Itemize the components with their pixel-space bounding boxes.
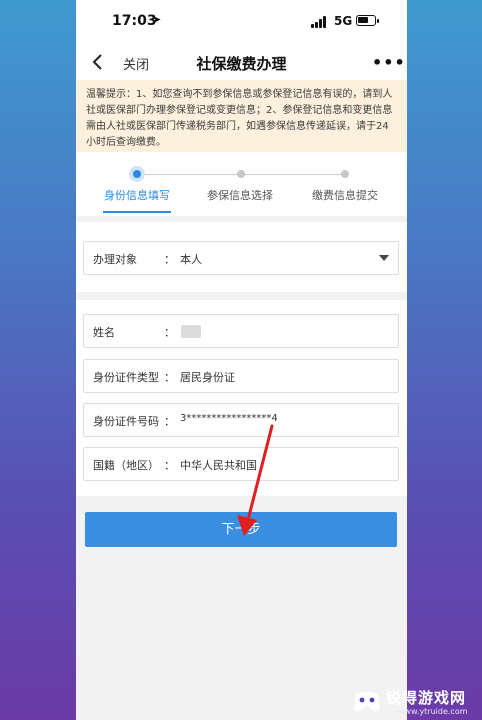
field-label: 身份证件类型 xyxy=(93,371,159,384)
phone-screen: 17:03 ➤ 5G 关闭 社保缴费办理 ••• 温馨提示：1、如您查询不到参保… xyxy=(76,0,407,720)
step-dot-2 xyxy=(237,170,245,178)
nav-bar: 关闭 社保缴费办理 ••• xyxy=(76,44,407,80)
field-label: 办理对象 xyxy=(93,253,137,266)
signal-icon xyxy=(311,16,327,28)
watermark-url: www.ytruide.com xyxy=(398,707,468,716)
step-label-3: 缴费信息提交 xyxy=(312,189,378,202)
field-value: 3*****************4 xyxy=(180,413,278,424)
watermark-title: 锐得游戏网 xyxy=(386,689,467,707)
id-type-field[interactable]: 身份证件类型 ： 居民身份证 xyxy=(83,359,399,393)
battery-level xyxy=(358,17,368,23)
step-connector xyxy=(142,174,240,175)
game-controller-icon xyxy=(354,692,380,712)
status-bar: 17:03 ➤ 5G xyxy=(76,0,407,44)
network-type: 5G xyxy=(334,14,353,28)
next-step-button[interactable]: 下一步 xyxy=(85,512,397,547)
field-value: 本人 xyxy=(180,253,202,266)
dropdown-caret-icon xyxy=(379,255,389,261)
target-card: 办理对象 ： 本人 xyxy=(76,222,407,292)
field-label: 姓名 xyxy=(93,326,115,339)
handle-target-select[interactable]: 办理对象 ： 本人 xyxy=(83,241,399,275)
step-dot-3 xyxy=(341,170,349,178)
notice-banner: 温馨提示：1、如您查询不到参保信息或参保登记信息有误的，请到人社或医保部门办理参… xyxy=(76,80,407,152)
more-menu-button[interactable]: ••• xyxy=(372,53,406,72)
step-connector xyxy=(243,174,343,175)
field-label: 身份证件号码 xyxy=(93,415,159,428)
name-field[interactable]: 姓名 ： xyxy=(83,314,399,348)
field-label: 国籍（地区） xyxy=(93,459,159,472)
location-arrow-icon: ➤ xyxy=(152,13,162,26)
step-dot-1 xyxy=(133,170,141,178)
site-watermark: 锐得游戏网 www.ytruide.com xyxy=(352,684,482,720)
page-title: 社保缴费办理 xyxy=(196,55,287,73)
active-step-underline xyxy=(103,211,171,213)
field-colon: ： xyxy=(164,415,175,428)
field-colon: ： xyxy=(164,253,175,266)
field-value: 居民身份证 xyxy=(180,371,235,384)
identity-card: 姓名 ： 身份证件类型 ： 居民身份证 身份证件号码 ： 3**********… xyxy=(76,300,407,496)
status-time: 17:03 xyxy=(112,13,157,29)
step-label-2: 参保信息选择 xyxy=(207,189,273,202)
field-colon: ： xyxy=(164,459,175,472)
step-label-1: 身份信息填写 xyxy=(104,189,170,202)
field-colon: ： xyxy=(164,326,175,339)
nationality-field[interactable]: 国籍（地区） ： 中华人民共和国 xyxy=(83,447,399,481)
progress-steps: 身份信息填写 参保信息选择 缴费信息提交 xyxy=(76,152,407,216)
battery-icon xyxy=(356,15,379,26)
blurred-name xyxy=(181,325,201,338)
field-value: 中华人民共和国 xyxy=(180,459,257,472)
field-colon: ： xyxy=(164,371,175,384)
id-number-field[interactable]: 身份证件号码 ： 3*****************4 xyxy=(83,403,399,437)
